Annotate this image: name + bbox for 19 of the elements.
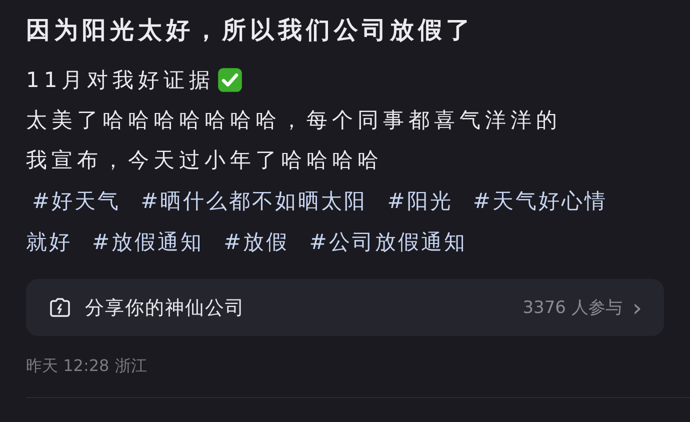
topic-title: 分享你的神仙公司 [85,296,245,320]
hashtag-link[interactable]: #晒什么都不如晒太阳 [140,186,368,214]
post-location: 浙江 [115,356,148,377]
post-title: 因为阳光太好，所以我们公司放假了 [26,15,475,46]
participant-count: 3376 人参与 [522,297,622,319]
hashtag-link[interactable]: #阳光 [387,186,453,214]
post-text: 我宣布，今天过小年了哈哈哈哈 [26,147,383,174]
topic-card[interactable]: 分享你的神仙公司 3376 人参与 › [26,279,664,336]
hashtag-link[interactable]: #公司放假通知 [309,228,467,256]
hashtag-link[interactable]: #放假通知 [92,228,204,256]
hashtag-link[interactable]: #放假 [224,228,290,256]
post-text: 太美了哈哈哈哈哈哈哈，每个同事都喜气洋洋的 [26,107,562,134]
hashtag-link[interactable]: #好天气 [32,186,121,214]
hashtag-link[interactable]: 就好 [26,228,72,256]
post-text: 11月对我好证据 [26,67,215,94]
post-time: 昨天 12:28 [26,356,110,377]
hashtag-link[interactable]: #天气好心情 [472,186,608,214]
camera-flash-icon [48,296,72,320]
chevron-icon: › [632,296,642,320]
